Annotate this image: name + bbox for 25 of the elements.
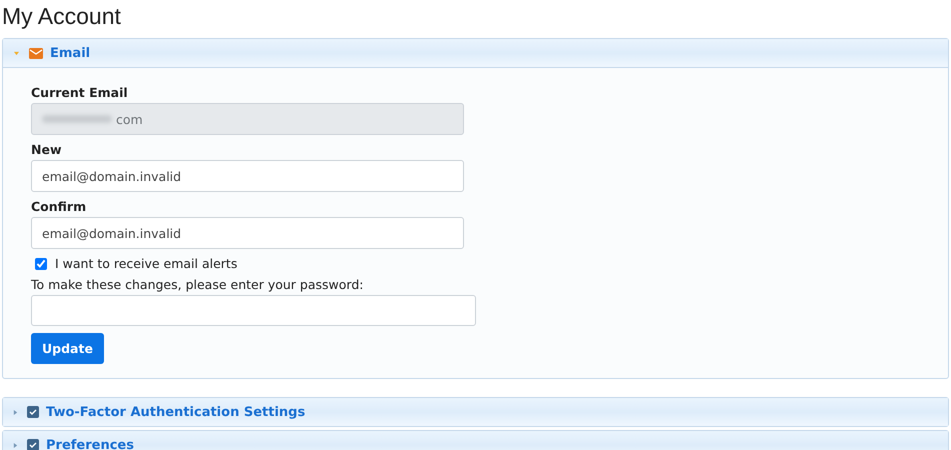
confirm-email-field[interactable]: email@domain.invalid <box>31 217 464 249</box>
checkbox-icon <box>27 439 39 450</box>
section-header[interactable]: Email <box>3 39 948 68</box>
field-value: com <box>116 112 143 126</box>
password-field[interactable] <box>31 295 476 326</box>
redacted-text <box>42 115 112 123</box>
field-label: Current Email <box>31 85 128 100</box>
section-header[interactable]: Preferences <box>3 431 948 450</box>
envelope-icon <box>29 48 43 58</box>
page-title: My Account <box>2 2 122 31</box>
checkbox-label: I want to receive email alerts <box>55 256 238 271</box>
caret-icon <box>13 442 18 448</box>
field-label: New <box>31 142 62 157</box>
update-button[interactable]: Update <box>31 333 104 364</box>
section-title: Preferences <box>46 438 134 450</box>
password-label: To make these changes, please enter your password: <box>31 277 364 292</box>
section-title: Two-Factor Authentication Settings <box>46 404 306 420</box>
caret-icon <box>13 50 20 56</box>
checkbox-icon <box>27 406 39 418</box>
caret-icon <box>13 408 18 416</box>
section-header[interactable]: Two-Factor Authentication Settings <box>3 398 948 426</box>
field-label: Confirm <box>31 199 86 214</box>
alerts-checkbox[interactable] <box>35 258 47 270</box>
new-email-field[interactable]: email@domain.invalid <box>31 160 464 192</box>
section-title: Email <box>50 46 90 60</box>
